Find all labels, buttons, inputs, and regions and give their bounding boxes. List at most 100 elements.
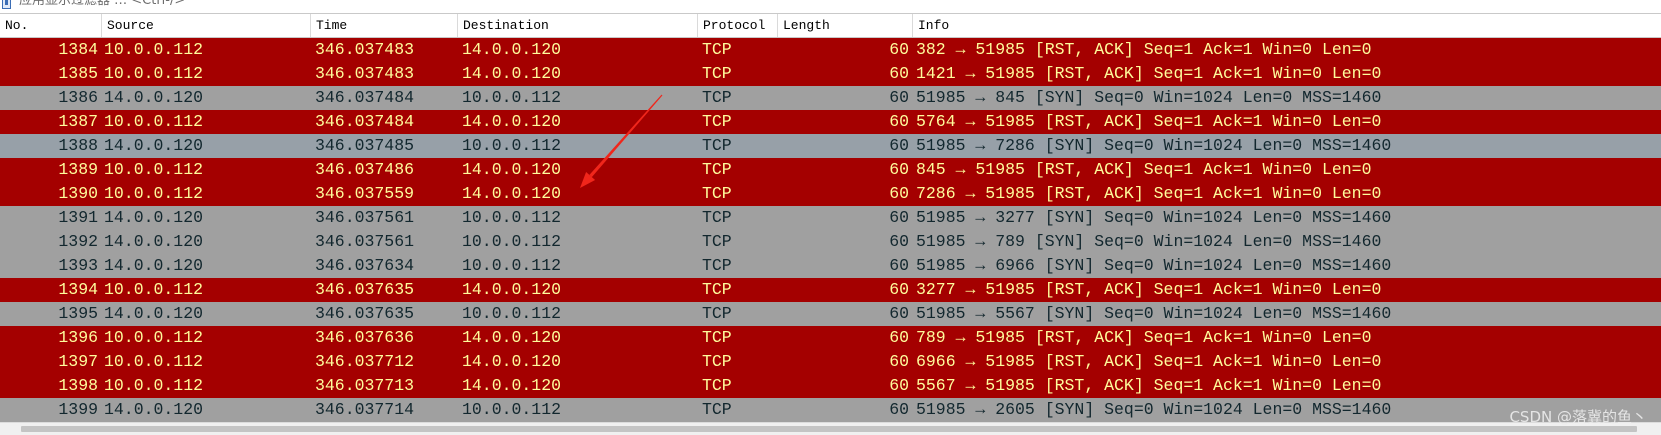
cell-info: 51985 → 6966 [SYN] Seq=0 Win=1024 Len=0 … xyxy=(916,256,1392,275)
cell-info: 382 → 51985 [RST, ACK] Seq=1 Ack=1 Win=0… xyxy=(916,40,1372,59)
cell-no: 1386 xyxy=(58,88,98,107)
cell-info: 51985 → 845 [SYN] Seq=0 Win=1024 Len=0 M… xyxy=(916,88,1382,107)
cell-source: 14.0.0.120 xyxy=(104,232,204,251)
packet-row[interactable]: 1395 14.0.0.120 346.037635 10.0.0.112 TCP 60 5… xyxy=(0,302,1661,326)
column-header-protocol[interactable]: Protocol xyxy=(698,14,778,37)
cell-no: 1389 xyxy=(58,160,98,179)
cell-destination: 14.0.0.120 xyxy=(462,328,562,347)
cell-info: 3277 → 51985 [RST, ACK] Seq=1 Ack=1 Win=… xyxy=(916,280,1382,299)
cell-time: 346.037712 xyxy=(315,352,415,371)
cell-no: 1393 xyxy=(58,256,98,275)
packet-row[interactable]: 1393 14.0.0.120 346.037634 10.0.0.112 TCP 60 5… xyxy=(0,254,1661,278)
display-filter-bar xyxy=(0,0,1661,14)
packet-row[interactable]: 1398 10.0.0.112 346.037713 14.0.0.120 TCP 60 5… xyxy=(0,374,1661,398)
cell-protocol: TCP xyxy=(702,376,732,395)
cell-destination: 14.0.0.120 xyxy=(462,376,562,395)
cell-length: 60 xyxy=(889,304,909,323)
cell-length: 60 xyxy=(889,136,909,155)
packet-row[interactable]: 1396 10.0.0.112 346.037636 14.0.0.120 TCP 60 7… xyxy=(0,326,1661,350)
cell-protocol: TCP xyxy=(702,280,732,299)
cell-no: 1391 xyxy=(58,208,98,227)
cell-no: 1399 xyxy=(58,400,98,419)
cell-destination: 14.0.0.120 xyxy=(462,64,562,83)
packet-row[interactable]: 1386 14.0.0.120 346.037484 10.0.0.112 TCP 60 5… xyxy=(0,86,1661,110)
cell-time: 346.037635 xyxy=(315,304,415,323)
cell-destination: 14.0.0.120 xyxy=(462,352,562,371)
column-header-info[interactable]: Info xyxy=(913,14,1661,37)
cell-destination: 14.0.0.120 xyxy=(462,160,562,179)
cell-source: 14.0.0.120 xyxy=(104,88,204,107)
cell-length: 60 xyxy=(889,40,909,59)
cell-time: 346.037484 xyxy=(315,112,415,131)
cell-length: 60 xyxy=(889,208,909,227)
packet-row[interactable]: 1385 10.0.0.112 346.037483 14.0.0.120 TCP 60 1… xyxy=(0,62,1661,86)
cell-length: 60 xyxy=(889,328,909,347)
cell-length: 60 xyxy=(889,88,909,107)
bookmark-icon[interactable] xyxy=(2,0,11,9)
packet-row[interactable]: 1389 10.0.0.112 346.037486 14.0.0.120 TCP 60 8… xyxy=(0,158,1661,182)
packet-row[interactable]: 1388 14.0.0.120 346.037485 10.0.0.112 TCP 60 5… xyxy=(0,134,1661,158)
cell-time: 346.037636 xyxy=(315,328,415,347)
packet-row[interactable]: 1387 10.0.0.112 346.037484 14.0.0.120 TCP 60 5… xyxy=(0,110,1661,134)
column-header-length[interactable]: Length xyxy=(778,14,913,37)
cell-time: 346.037634 xyxy=(315,256,415,275)
cell-time: 346.037635 xyxy=(315,280,415,299)
cell-source: 14.0.0.120 xyxy=(104,256,204,275)
column-header-time[interactable]: Time xyxy=(311,14,458,37)
cell-length: 60 xyxy=(889,64,909,83)
display-filter-input[interactable] xyxy=(15,0,655,11)
scrollbar-thumb[interactable] xyxy=(21,426,1637,432)
packet-row[interactable]: 1397 10.0.0.112 346.037712 14.0.0.120 TCP 60 6… xyxy=(0,350,1661,374)
cell-time: 346.037485 xyxy=(315,136,415,155)
cell-time: 346.037484 xyxy=(315,88,415,107)
cell-length: 60 xyxy=(889,256,909,275)
cell-time: 346.037561 xyxy=(315,232,415,251)
cell-source: 10.0.0.112 xyxy=(104,112,204,131)
cell-protocol: TCP xyxy=(702,64,732,83)
cell-protocol: TCP xyxy=(702,112,732,131)
cell-info: 51985 → 3277 [SYN] Seq=0 Win=1024 Len=0 … xyxy=(916,208,1392,227)
cell-protocol: TCP xyxy=(702,256,732,275)
cell-length: 60 xyxy=(889,160,909,179)
cell-length: 60 xyxy=(889,232,909,251)
cell-time: 346.037483 xyxy=(315,40,415,59)
cell-length: 60 xyxy=(889,184,909,203)
cell-no: 1397 xyxy=(58,352,98,371)
cell-destination: 10.0.0.112 xyxy=(462,88,562,107)
cell-info: 1421 → 51985 [RST, ACK] Seq=1 Ack=1 Win=… xyxy=(916,64,1382,83)
column-header-no[interactable]: No. xyxy=(0,14,102,37)
cell-info: 845 → 51985 [RST, ACK] Seq=1 Ack=1 Win=0… xyxy=(916,160,1372,179)
horizontal-scrollbar[interactable] xyxy=(0,422,1661,435)
cell-length: 60 xyxy=(889,280,909,299)
cell-destination: 14.0.0.120 xyxy=(462,112,562,131)
cell-info: 51985 → 7286 [SYN] Seq=0 Win=1024 Len=0 … xyxy=(916,136,1392,155)
cell-no: 1387 xyxy=(58,112,98,131)
cell-destination: 14.0.0.120 xyxy=(462,184,562,203)
column-header-destination[interactable]: Destination xyxy=(458,14,698,37)
cell-no: 1384 xyxy=(58,40,98,59)
cell-no: 1394 xyxy=(58,280,98,299)
cell-source: 14.0.0.120 xyxy=(104,400,204,419)
packet-row[interactable]: 1399 14.0.0.120 346.037714 10.0.0.112 TCP 60 5… xyxy=(0,398,1661,422)
cell-time: 346.037483 xyxy=(315,64,415,83)
packet-row[interactable]: 1392 14.0.0.120 346.037561 10.0.0.112 TCP 60 5… xyxy=(0,230,1661,254)
cell-info: 6966 → 51985 [RST, ACK] Seq=1 Ack=1 Win=… xyxy=(916,352,1382,371)
cell-no: 1390 xyxy=(58,184,98,203)
packet-list: 1384 10.0.0.112 346.037483 14.0.0.120 TCP 60 3… xyxy=(0,38,1661,422)
packet-row[interactable]: 1394 10.0.0.112 346.037635 14.0.0.120 TCP 60 3… xyxy=(0,278,1661,302)
cell-info: 789 → 51985 [RST, ACK] Seq=1 Ack=1 Win=0… xyxy=(916,328,1372,347)
column-header-source[interactable]: Source xyxy=(102,14,311,37)
cell-protocol: TCP xyxy=(702,184,732,203)
cell-info: 5764 → 51985 [RST, ACK] Seq=1 Ack=1 Win=… xyxy=(916,112,1382,131)
cell-source: 14.0.0.120 xyxy=(104,304,204,323)
cell-protocol: TCP xyxy=(702,208,732,227)
packet-row[interactable]: 1390 10.0.0.112 346.037559 14.0.0.120 TCP 60 7… xyxy=(0,182,1661,206)
cell-time: 346.037713 xyxy=(315,376,415,395)
cell-destination: 10.0.0.112 xyxy=(462,304,562,323)
cell-destination: 14.0.0.120 xyxy=(462,280,562,299)
cell-source: 10.0.0.112 xyxy=(104,280,204,299)
packet-row[interactable]: 1391 14.0.0.120 346.037561 10.0.0.112 TCP 60 5… xyxy=(0,206,1661,230)
cell-no: 1392 xyxy=(58,232,98,251)
packet-row[interactable]: 1384 10.0.0.112 346.037483 14.0.0.120 TCP 60 3… xyxy=(0,38,1661,62)
cell-source: 14.0.0.120 xyxy=(104,208,204,227)
